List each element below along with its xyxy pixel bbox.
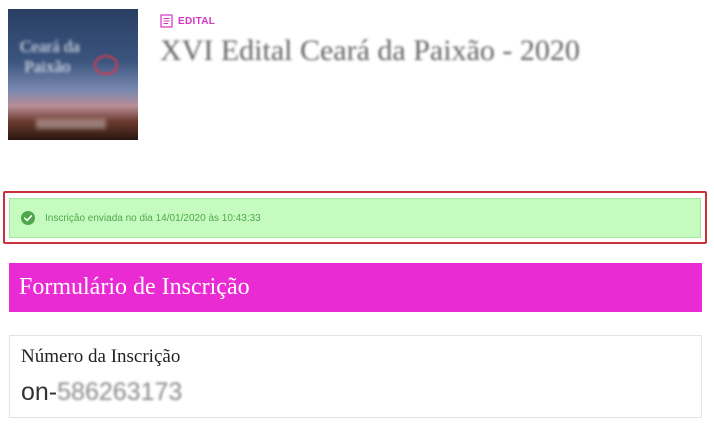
registration-label: Número da Inscrição: [21, 346, 181, 367]
status-banner: Inscrição enviada no dia 14/01/2020 às 1…: [9, 198, 701, 238]
form-section-header: Formulário de Inscrição: [9, 263, 702, 312]
edital-kind-tag: EDITAL: [160, 14, 215, 28]
document-icon: [160, 14, 173, 28]
edital-kind-label: EDITAL: [178, 15, 216, 27]
registration-number-value: 586263173: [57, 378, 183, 406]
registration-card: Número da Inscrição on- 586263173: [9, 335, 702, 418]
thumbnail-footer-mark: [36, 119, 106, 129]
registration-prefix: on-: [21, 378, 58, 406]
registration-number: on- 586263173: [21, 378, 182, 407]
check-circle-icon: [21, 211, 35, 225]
edital-thumbnail[interactable]: Ceará da Paixão: [8, 9, 138, 140]
heart-icon: [94, 55, 118, 75]
edital-title[interactable]: XVI Edital Ceará da Paixão - 2020: [160, 34, 580, 68]
form-section-title: Formulário de Inscrição: [19, 274, 250, 300]
page: Ceará da Paixão EDITAL XVI Edital Ceará …: [0, 0, 714, 435]
status-message: Inscrição enviada no dia 14/01/2020 às 1…: [45, 212, 261, 224]
